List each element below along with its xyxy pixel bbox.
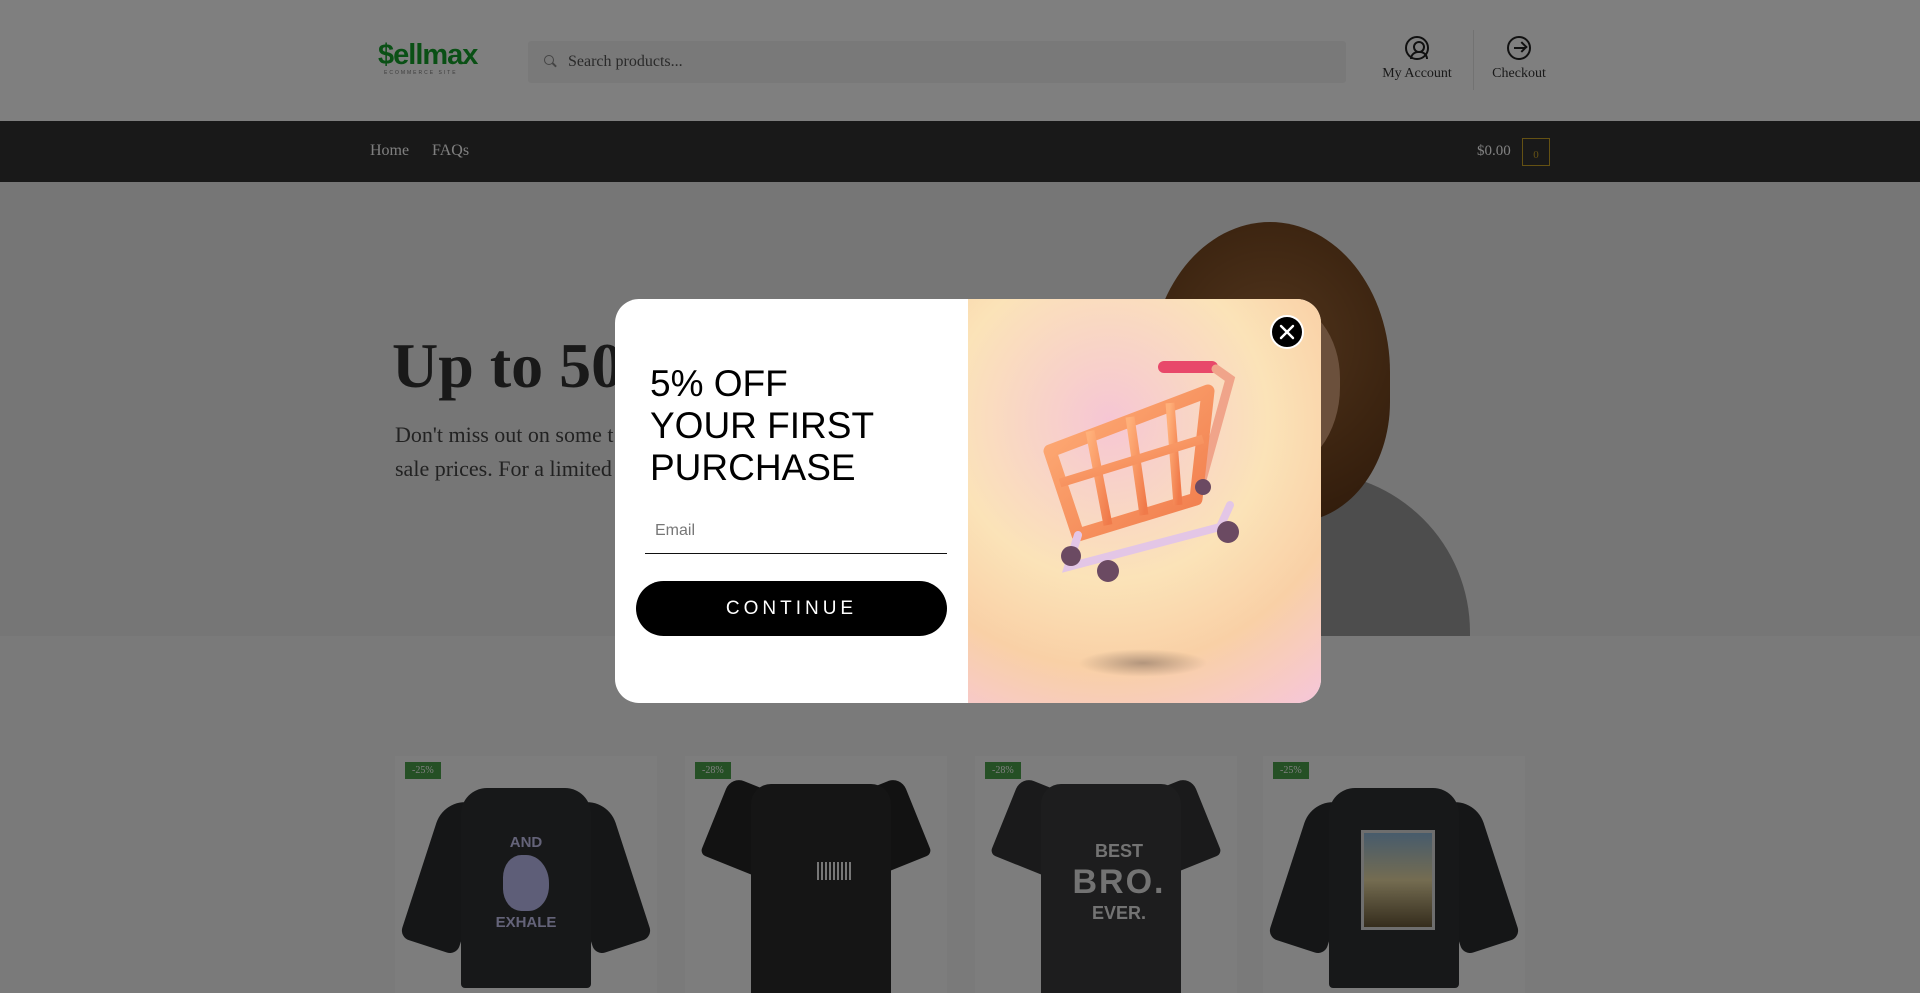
close-icon [1279, 324, 1295, 340]
popup-form-panel: 5% OFF YOUR FIRST PURCHASE CONTINUE [615, 299, 968, 703]
headline-line-3: PURCHASE [650, 447, 856, 488]
email-field[interactable] [645, 509, 947, 554]
discount-popup: 5% OFF YOUR FIRST PURCHASE CONTINUE [615, 299, 1321, 703]
headline-line-1: 5% OFF [650, 363, 788, 404]
continue-button[interactable]: CONTINUE [636, 581, 947, 636]
popup-headline: 5% OFF YOUR FIRST PURCHASE [650, 363, 950, 489]
cart-shadow [1078, 649, 1208, 677]
popup-image-panel [968, 299, 1321, 703]
close-popup-button[interactable] [1270, 315, 1304, 349]
shopping-cart-illustration [1043, 361, 1239, 582]
headline-line-2: YOUR FIRST [650, 405, 875, 446]
